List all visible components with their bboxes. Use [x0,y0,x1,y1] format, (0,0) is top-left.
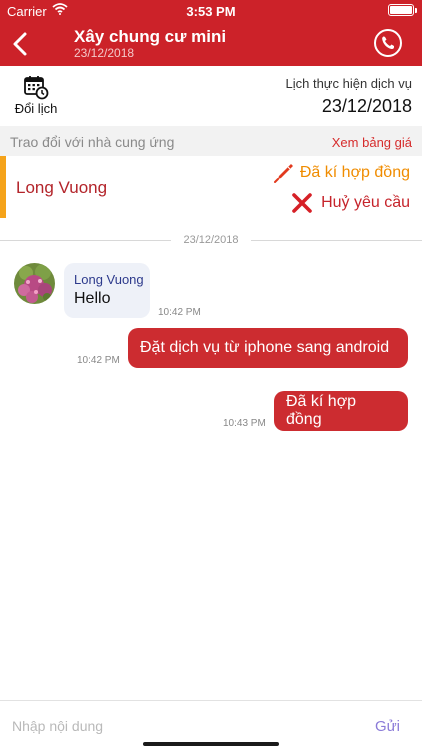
call-button[interactable] [374,29,402,57]
message-text: Đặt dịch vụ từ iphone sang android [140,339,390,356]
pen-icon [273,164,293,183]
section-title: Trao đổi với nhà cung ứng [10,134,175,150]
schedule-label: Lịch thực hiện dịch vụ [285,76,413,91]
provider-row: Long Vuong Đã kí hợp đồng Huỷ yêu cầu [0,156,422,218]
contract-signed-label: Đã kí hợp đồng [299,164,410,181]
close-icon [292,193,312,213]
app-header: Carrier 3:53 PM Xây chung cư mini 23/12/… [0,0,422,66]
schedule-date: 23/12/2018 [321,96,412,116]
status-time: 3:53 PM [186,4,236,19]
avatar[interactable] [14,263,55,304]
message-input[interactable] [12,713,342,739]
phone-icon [382,36,394,50]
battery-icon [388,4,417,16]
outgoing-message-bubble: Đặt dịch vụ từ iphone sang android [128,328,408,368]
avatar-image [14,263,55,304]
date-separator: 23/12/2018 [0,234,422,248]
page-subtitle: 23/12/2018 [74,46,135,60]
calendar-clock-icon [24,76,49,100]
status-bar: Carrier 3:53 PM [0,0,422,22]
view-price-list-link[interactable]: Xem bảng giá [332,135,412,150]
date-separator-label: 23/12/2018 [171,234,251,246]
back-button[interactable] [8,30,34,58]
message-time: 10:42 PM [158,307,201,318]
provider-accent-bar [0,156,6,218]
section-header: Trao đổi với nhà cung ứng Xem bảng giá [0,126,422,156]
cancel-request-button[interactable]: Huỷ yêu cầu [291,191,410,215]
message-text: Đã kí hợp đồng [286,393,357,428]
chevron-left-icon [13,32,27,56]
message-time: 10:43 PM [223,418,266,429]
message-sender: Long Vuong [74,272,144,287]
outgoing-message-bubble: Đã kí hợp đồng [274,391,408,431]
home-indicator [143,742,279,746]
provider-name: Long Vuong [16,178,108,197]
change-schedule-button[interactable]: Đổi lịch [10,74,62,122]
incoming-message-bubble: Long Vuong Hello [64,263,150,318]
page-title: Xây chung cư mini [74,27,227,46]
schedule-panel: Đổi lịch Lịch thực hiện dịch vụ 23/12/20… [0,66,422,126]
contract-signed-button[interactable]: Đã kí hợp đồng [272,161,410,185]
message-time: 10:42 PM [77,355,120,366]
change-schedule-label: Đổi lịch [14,101,58,116]
message-text: Hello [74,290,111,307]
cancel-request-label: Huỷ yêu cầu [321,194,410,211]
send-button[interactable]: Gửi [375,718,400,735]
